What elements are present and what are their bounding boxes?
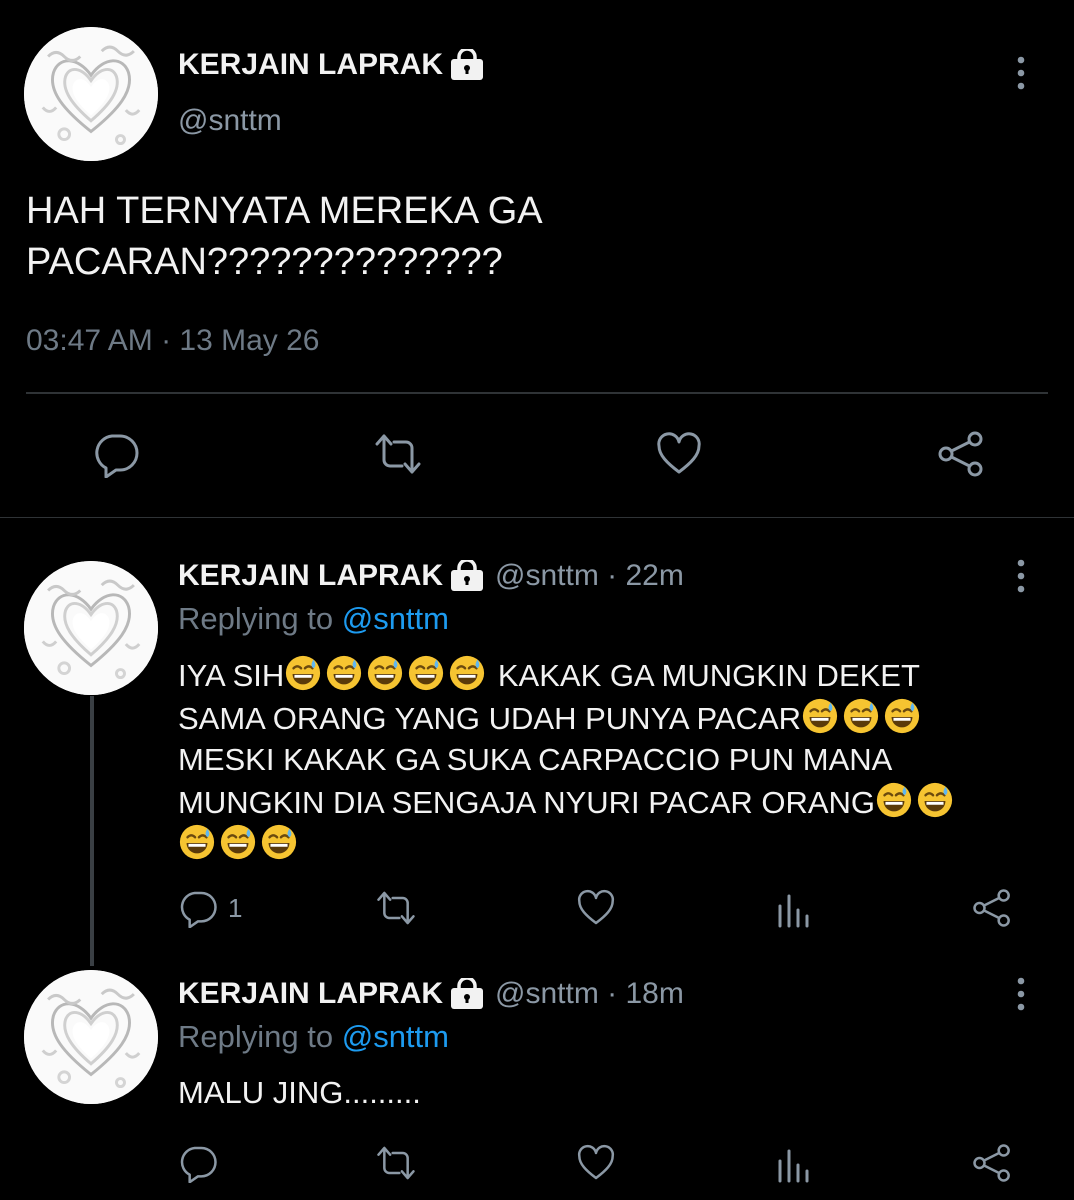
avatar[interactable] xyxy=(24,27,158,161)
reply-header: KERJAIN LAPRAK @snttm · 18m xyxy=(178,977,684,1011)
text-segment: KAKAK GA MUNGKIN DEKET xyxy=(489,658,920,693)
avatar-image xyxy=(24,970,158,1104)
main-tweet: KERJAIN LAPRAK @snttm HAH TERNYATA MEREK… xyxy=(0,0,1074,505)
reply-text-line: MALU JING......... xyxy=(178,1075,421,1110)
more-options-icon[interactable] xyxy=(1011,558,1031,594)
grinning-sweat-emoji-icon xyxy=(883,697,921,735)
retweet-icon[interactable] xyxy=(376,888,416,928)
tweet-text: HAH TERNYATA MEREKA GA PACARAN??????????… xyxy=(26,186,1026,288)
reply-text: MALU JING......... xyxy=(178,1072,1058,1114)
reply-text-line xyxy=(178,823,1058,866)
author-handle[interactable]: @snttm xyxy=(178,104,282,138)
replying-to-link[interactable]: @snttm xyxy=(342,601,449,636)
retweet-icon[interactable] xyxy=(376,1143,416,1183)
share-icon[interactable] xyxy=(972,1143,1012,1183)
heart-icon[interactable] xyxy=(576,888,616,928)
tweet-timestamp[interactable]: 03:47 AM · 13 May 26 xyxy=(26,324,320,358)
tweet-text-line: PACARAN?????????????? xyxy=(26,241,503,283)
reply-text-line: SAMA ORANG YANG UDAH PUNYA PACAR xyxy=(178,697,1058,740)
avatar-image xyxy=(24,561,158,695)
lock-icon xyxy=(449,560,485,592)
author-handle-time[interactable]: @snttm · 22m xyxy=(495,559,684,593)
grinning-sweat-emoji-icon xyxy=(260,823,298,861)
reply-text-line: MUNGKIN DIA SENGAJA NYURI PACAR ORANG xyxy=(178,781,1058,824)
heart-icon[interactable] xyxy=(655,430,703,478)
author-name[interactable]: KERJAIN LAPRAK xyxy=(178,48,443,82)
replying-to: Replying to @snttm xyxy=(178,601,449,637)
lock-icon xyxy=(449,978,485,1010)
retweet-icon[interactable] xyxy=(374,430,422,478)
replying-to-label: Replying to xyxy=(178,601,342,636)
reply-header: KERJAIN LAPRAK @snttm · 22m xyxy=(178,559,684,593)
thread-connector-line xyxy=(90,696,94,966)
grinning-sweat-emoji-icon xyxy=(407,654,445,692)
avatar[interactable] xyxy=(24,970,158,1104)
heart-icon[interactable] xyxy=(576,1143,616,1183)
replying-to: Replying to @snttm xyxy=(178,1019,449,1055)
analytics-icon[interactable] xyxy=(774,1145,814,1185)
reply-text-line: MESKI KAKAK GA SUKA CARPACCIO PUN MANA xyxy=(178,742,893,777)
grinning-sweat-emoji-icon xyxy=(842,697,880,735)
more-options-icon[interactable] xyxy=(1011,55,1031,91)
author-name[interactable]: KERJAIN LAPRAK xyxy=(178,559,443,593)
replying-to-link[interactable]: @snttm xyxy=(342,1019,449,1054)
avatar[interactable] xyxy=(24,561,158,695)
author-name-row: KERJAIN LAPRAK xyxy=(178,48,485,82)
avatar-image xyxy=(24,27,158,161)
author-handle-time[interactable]: @snttm · 18m xyxy=(495,977,684,1011)
comment-icon[interactable] xyxy=(178,1143,218,1183)
grinning-sweat-emoji-icon xyxy=(284,654,322,692)
divider xyxy=(0,517,1074,518)
reply-text: IYA SIH KAKAK GA MUNGKIN DEKET SAMA ORAN… xyxy=(178,654,1058,866)
comment-icon[interactable] xyxy=(92,430,140,478)
lock-icon xyxy=(449,49,485,81)
tweet-text-line: HAH TERNYATA MEREKA GA xyxy=(26,190,543,232)
comment-icon[interactable] xyxy=(178,888,218,928)
more-options-icon[interactable] xyxy=(1011,976,1031,1012)
grinning-sweat-emoji-icon xyxy=(325,654,363,692)
text-segment: MUNGKIN DIA SENGAJA NYURI PACAR ORANG xyxy=(178,784,876,820)
share-icon[interactable] xyxy=(972,888,1012,928)
text-segment: SAMA ORANG YANG UDAH PUNYA PACAR xyxy=(178,700,802,736)
analytics-icon[interactable] xyxy=(774,890,814,930)
divider xyxy=(26,392,1048,394)
grinning-sweat-emoji-icon xyxy=(875,781,913,819)
grinning-sweat-emoji-icon xyxy=(448,654,486,692)
share-icon[interactable] xyxy=(937,430,985,478)
grinning-sweat-emoji-icon xyxy=(366,654,404,692)
grinning-sweat-emoji-icon xyxy=(178,823,216,861)
replying-to-label: Replying to xyxy=(178,1019,342,1054)
grinning-sweat-emoji-icon xyxy=(916,781,954,819)
grinning-sweat-emoji-icon xyxy=(219,823,257,861)
text-segment: IYA SIH xyxy=(178,658,285,693)
reply-text-line: IYA SIH KAKAK GA MUNGKIN DEKET xyxy=(178,654,1058,697)
reply-count: 1 xyxy=(228,893,243,923)
author-name[interactable]: KERJAIN LAPRAK xyxy=(178,977,443,1011)
grinning-sweat-emoji-icon xyxy=(801,697,839,735)
